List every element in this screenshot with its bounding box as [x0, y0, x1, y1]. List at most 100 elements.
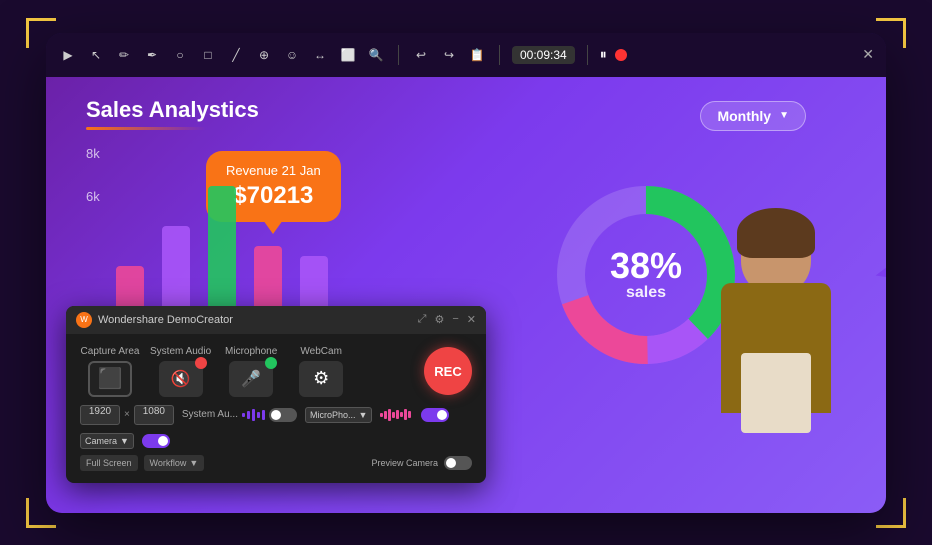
resolution-box: 1920 × 1080	[80, 405, 174, 425]
workflow-arrow-icon: ▼	[189, 458, 198, 468]
system-audio-section: System Audio 🔇	[150, 346, 211, 397]
emoji-icon[interactable]: ☺	[282, 45, 302, 65]
line-icon[interactable]: ╱	[226, 45, 246, 65]
mic-wave-4	[392, 412, 395, 418]
workflow-label: Workflow	[150, 458, 187, 468]
right-section: 38% sales	[526, 77, 886, 513]
expand-icon[interactable]: ⤢	[418, 313, 427, 326]
microphone-dropdown-text: MicroPho...	[310, 410, 356, 420]
height-input[interactable]: 1080	[134, 405, 174, 425]
webcam-label: WebCam	[300, 346, 342, 357]
chart-y-labels: 8k 6k	[86, 146, 100, 204]
pencil-icon[interactable]: ✒	[142, 45, 162, 65]
fullscreen-label: Full Screen	[86, 458, 132, 468]
wave-5	[262, 410, 265, 420]
audio-badge	[195, 357, 207, 369]
mic-wave-3	[388, 409, 391, 421]
plus-icon[interactable]: ⊕	[254, 45, 274, 65]
mic-dropdown-arrow: ▼	[359, 410, 368, 420]
camera-dropdown-text: Camera	[85, 436, 117, 446]
panel-title: Wondershare DemoCreator	[98, 314, 412, 326]
rect-icon[interactable]: □	[198, 45, 218, 65]
panel-titlebar: W Wondershare DemoCreator ⤢ ⚙ − ✕	[66, 306, 486, 334]
person-body	[686, 213, 866, 513]
blur-icon[interactable]: ⬜	[338, 45, 358, 65]
width-input[interactable]: 1920	[80, 405, 120, 425]
rec-label: REC	[434, 364, 461, 379]
system-audio-icon: 🔇	[171, 369, 191, 389]
resolution-x: ×	[124, 409, 130, 420]
webcam-icon: ⚙	[313, 368, 329, 389]
play-icon[interactable]: ▶	[58, 45, 78, 65]
cursor-icon[interactable]: ↖	[86, 45, 106, 65]
capture-icon-box[interactable]: ⬛	[88, 361, 132, 397]
wave-4	[257, 412, 260, 418]
person-hair	[737, 208, 815, 258]
redo-icon[interactable]: ↪	[439, 45, 459, 65]
toggle-knob-2	[437, 410, 447, 420]
workflow-button[interactable]: Workflow ▼	[144, 455, 205, 471]
system-audio-text: System Au...	[182, 409, 238, 420]
mic-wave-indicator	[380, 408, 411, 422]
camera-toggle[interactable]	[142, 434, 170, 448]
circle-icon[interactable]: ○	[170, 45, 190, 65]
settings-icon[interactable]: ⚙	[434, 313, 444, 326]
system-audio-toggle-row: System Au...	[182, 408, 297, 422]
camera-dropdown[interactable]: Camera ▼	[80, 433, 134, 449]
system-audio-toggle[interactable]	[269, 408, 297, 422]
minimize-icon[interactable]: −	[452, 313, 458, 326]
panel-content: Capture Area ⬛ System Audio 🔇	[66, 334, 486, 483]
toolbar: ▶ ↖ ✏ ✒ ○ □ ╱ ⊕ ☺ ↔ ⬜ 🔍 ↩ ↪ 📋 00:09:34 ⏸…	[46, 33, 886, 77]
webcam-icon-box[interactable]: ⚙	[299, 361, 343, 397]
zoom-icon[interactable]: 🔍	[366, 45, 386, 65]
panel-main-row: Capture Area ⬛ System Audio 🔇	[80, 346, 472, 397]
mic-wave-8	[408, 411, 411, 418]
preview-camera-toggle[interactable]	[444, 456, 472, 470]
copy-icon[interactable]: 📋	[467, 45, 487, 65]
mic-wave-6	[400, 412, 403, 417]
separator3	[587, 45, 588, 65]
mic-wave-7	[404, 409, 407, 420]
separator	[398, 45, 399, 65]
microphone-icon: 🎤	[241, 369, 261, 389]
panel-bottom-controls: 1920 × 1080 System Au...	[80, 405, 472, 449]
microphone-section: Microphone 🎤	[221, 346, 281, 397]
timer-display: 00:09:34	[512, 46, 575, 64]
close-button[interactable]: ✕	[862, 46, 874, 63]
rec-button[interactable]: REC	[424, 347, 472, 395]
microphone-toggle[interactable]	[421, 408, 449, 422]
toggle-knob-4	[446, 458, 456, 468]
capture-icon: ⬛	[98, 366, 123, 391]
wave-1	[242, 413, 245, 417]
mic-badge	[265, 357, 277, 369]
wave-2	[247, 411, 250, 419]
preview-camera-text: Preview Camera	[371, 458, 438, 468]
separator2	[499, 45, 500, 65]
laptop-screen: ▶ ↖ ✏ ✒ ○ □ ╱ ⊕ ☺ ↔ ⬜ 🔍 ↩ ↪ 📋 00:09:34 ⏸…	[46, 33, 886, 513]
mic-wave-1	[380, 413, 383, 417]
capture-label: Capture Area	[81, 346, 140, 357]
y-label-6k: 6k	[86, 189, 100, 204]
microphone-dropdown[interactable]: MicroPho... ▼	[305, 407, 372, 423]
democreator-panel: W Wondershare DemoCreator ⤢ ⚙ − ✕	[66, 306, 486, 483]
person-figure	[666, 193, 866, 513]
microphone-icon-box[interactable]: 🎤	[229, 361, 273, 397]
system-audio-icon-box[interactable]: 🔇	[159, 361, 203, 397]
toggle-knob-3	[158, 436, 168, 446]
capture-area-section: Capture Area ⬛	[80, 346, 140, 397]
fullscreen-button[interactable]: Full Screen	[80, 455, 138, 471]
close-panel-icon[interactable]: ✕	[467, 313, 476, 326]
undo-icon[interactable]: ↩	[411, 45, 431, 65]
microphone-label: Microphone	[225, 346, 277, 357]
mic-wave-2	[384, 411, 387, 419]
audio-wave-indicator	[242, 408, 265, 422]
y-label-8k: 8k	[86, 146, 100, 161]
screen-wrapper: ▶ ↖ ✏ ✒ ○ □ ╱ ⊕ ☺ ↔ ⬜ 🔍 ↩ ↪ 📋 00:09:34 ⏸…	[36, 28, 896, 518]
arrow-icon[interactable]: ↔	[310, 45, 330, 65]
content-area: Sales Analystics Revenue 21 Jan $70213 8…	[46, 77, 886, 513]
title-underline	[86, 127, 206, 130]
pen-icon[interactable]: ✏	[114, 45, 134, 65]
pause-button[interactable]: ⏸	[600, 46, 607, 63]
analytics-title: Sales Analystics	[86, 97, 506, 123]
panel-logo: W	[76, 312, 92, 328]
